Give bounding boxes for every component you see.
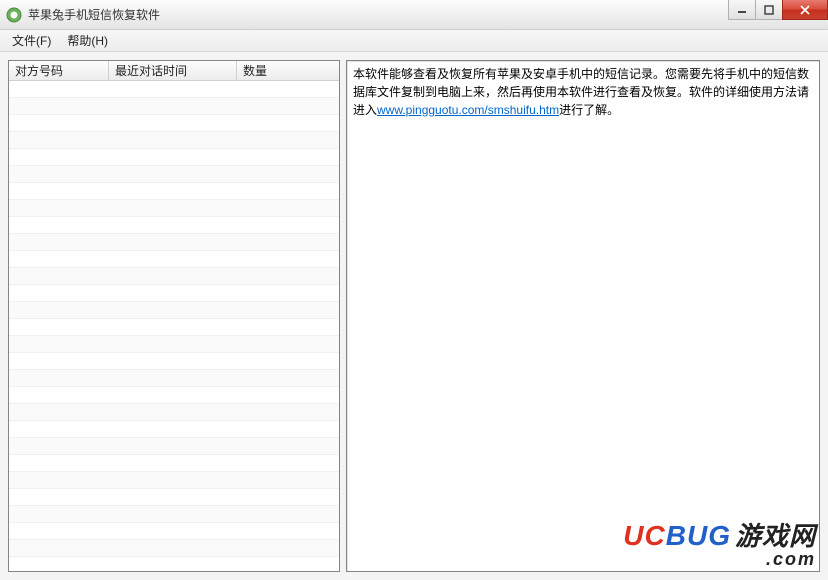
- table-row: [9, 336, 339, 353]
- table-row: [9, 455, 339, 472]
- table-row: [9, 115, 339, 132]
- table-row: [9, 149, 339, 166]
- table-row: [9, 387, 339, 404]
- menu-help[interactable]: 帮助(H): [59, 30, 116, 51]
- window-title: 苹果兔手机短信恢复软件: [28, 6, 160, 23]
- table-row: [9, 540, 339, 557]
- table-row: [9, 319, 339, 336]
- table-row: [9, 81, 339, 98]
- menu-file[interactable]: 文件(F): [4, 30, 59, 51]
- info-text-2: 进行了解。: [559, 103, 619, 117]
- column-header-time[interactable]: 最近对话时间: [109, 61, 237, 80]
- table-row: [9, 523, 339, 540]
- content-area: 对方号码 最近对话时间 数量: [0, 52, 828, 580]
- menu-bar: 文件(F) 帮助(H): [0, 30, 828, 52]
- window-controls: [729, 0, 828, 20]
- right-panel: 本软件能够查看及恢复所有苹果及安卓手机中的短信记录。您需要先将手机中的短信数据库…: [346, 60, 820, 572]
- table-row: [9, 489, 339, 506]
- table-row: [9, 285, 339, 302]
- minimize-button[interactable]: [728, 0, 756, 20]
- column-header-phone[interactable]: 对方号码: [9, 61, 109, 80]
- table-row: [9, 166, 339, 183]
- table-row: [9, 200, 339, 217]
- table-row: [9, 370, 339, 387]
- table-row: [9, 268, 339, 285]
- table-row: [9, 132, 339, 149]
- close-button[interactable]: [782, 0, 828, 20]
- table-row: [9, 404, 339, 421]
- table-body[interactable]: [9, 81, 339, 571]
- table-row: [9, 98, 339, 115]
- title-bar: 苹果兔手机短信恢复软件: [0, 0, 828, 30]
- table-row: [9, 302, 339, 319]
- info-link[interactable]: www.pingguotu.com/smshuifu.htm: [377, 103, 559, 117]
- table-row: [9, 506, 339, 523]
- table-row: [9, 353, 339, 370]
- table-row: [9, 183, 339, 200]
- app-icon: [6, 7, 22, 23]
- table-row: [9, 472, 339, 489]
- maximize-button[interactable]: [755, 0, 783, 20]
- table-row: [9, 438, 339, 455]
- column-header-count[interactable]: 数量: [237, 61, 339, 80]
- table-header: 对方号码 最近对话时间 数量: [9, 61, 339, 81]
- left-panel: 对方号码 最近对话时间 数量: [8, 60, 340, 572]
- table-row: [9, 234, 339, 251]
- table-row: [9, 217, 339, 234]
- table-row: [9, 421, 339, 438]
- table-row: [9, 251, 339, 268]
